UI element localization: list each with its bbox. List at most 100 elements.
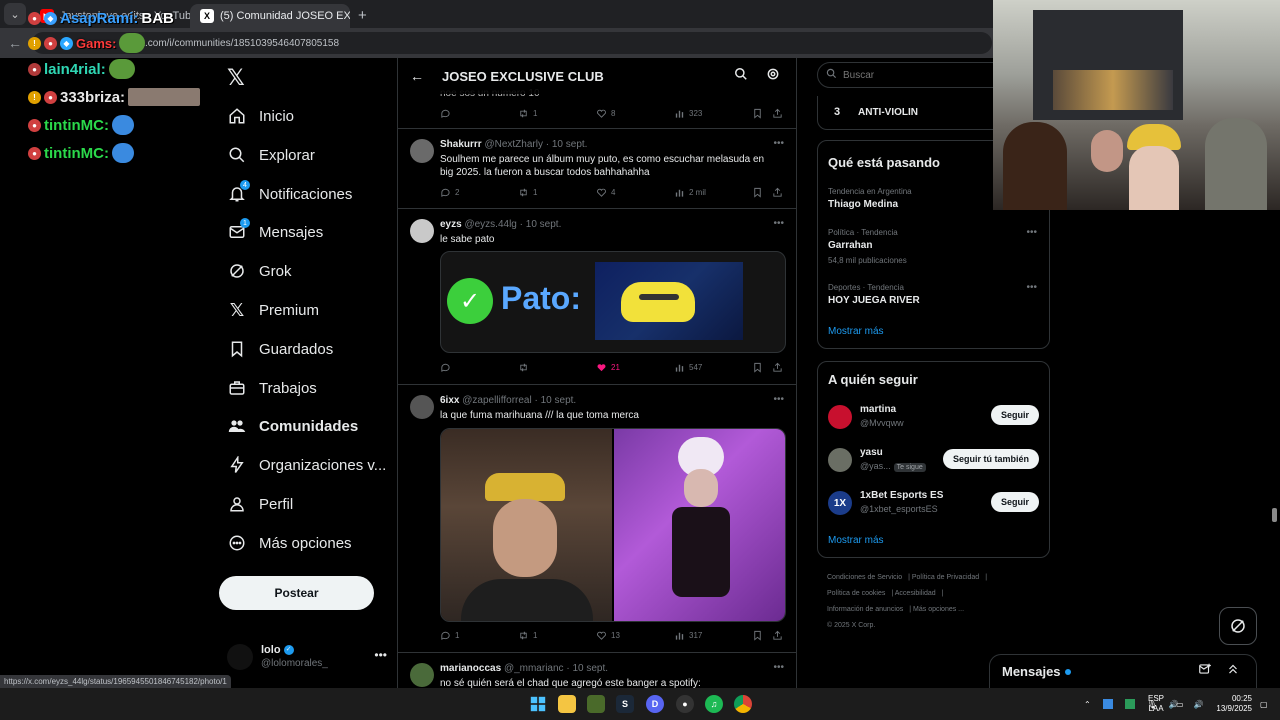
tweet-date[interactable]: 10 sept.	[541, 395, 577, 406]
footer-link[interactable]: Información de anuncios	[827, 606, 903, 613]
avatar[interactable]	[828, 448, 852, 472]
clock[interactable]: 00:25 13/9/2025	[1212, 688, 1252, 720]
tweet[interactable]: marianoccas @_mmarianc · 10 sept. ••• no…	[398, 653, 796, 688]
nav-organizations[interactable]: Organizaciones v...	[227, 450, 386, 480]
like-button[interactable]: 13	[596, 630, 620, 641]
tweet-author-name[interactable]: marianoccas	[440, 663, 501, 674]
avatar[interactable]	[410, 663, 434, 687]
tweet-photo-left[interactable]	[441, 429, 612, 621]
grok-floating-button[interactable]	[1219, 607, 1257, 645]
avatar[interactable]	[410, 395, 434, 419]
tweet-date[interactable]: 10 sept.	[572, 663, 608, 674]
chevron-up-icon[interactable]: ⌃	[1084, 700, 1091, 709]
tweet-photo-right[interactable]	[614, 429, 785, 621]
gear-icon[interactable]	[766, 67, 780, 86]
file-explorer-icon[interactable]	[558, 695, 576, 713]
tweet-date[interactable]: 10 sept.	[552, 139, 588, 150]
nav-profile[interactable]: Perfil	[227, 489, 293, 519]
tweet-image[interactable]: ✓ Pato:	[440, 251, 786, 353]
new-tab-button[interactable]: +	[358, 7, 367, 24]
share-icon[interactable]	[772, 187, 783, 198]
views-button[interactable]: 323	[674, 108, 702, 119]
steam-icon[interactable]: S	[616, 695, 634, 713]
bookmark-icon[interactable]	[752, 630, 763, 641]
back-arrow-icon[interactable]: ←	[410, 68, 424, 84]
share-icon[interactable]	[772, 108, 783, 119]
nav-jobs[interactable]: Trabajos	[227, 373, 317, 403]
tweet-author-name[interactable]: eyzs	[440, 219, 462, 230]
like-button[interactable]: 8	[596, 108, 615, 119]
network-icon[interactable]: ▭	[1176, 700, 1184, 709]
follow-button[interactable]: Seguir	[990, 492, 1039, 512]
follow-button[interactable]: Seguir	[990, 405, 1039, 425]
avatar[interactable]: 1X	[828, 491, 852, 515]
tweet[interactable]: eyzs @eyzs.44lg · 10 sept. ••• le sabe p…	[398, 209, 796, 385]
suggested-user-name[interactable]: martina	[860, 404, 896, 415]
speaker-icon[interactable]: 🔊	[1194, 700, 1204, 709]
footer-link[interactable]: Condiciones de Servicio	[827, 574, 902, 581]
show-more-link[interactable]: Mostrar más	[828, 535, 884, 546]
nav-premium[interactable]: 𝕏 Premium	[227, 295, 319, 325]
trend-name[interactable]: Thiago Medina	[828, 199, 898, 210]
follow-back-button[interactable]: Seguir tú también	[942, 449, 1039, 469]
suggested-user-handle[interactable]: @yas...	[860, 461, 891, 471]
nav-messages[interactable]: 1 Mensajes	[227, 217, 323, 247]
like-button[interactable]: 4	[596, 187, 615, 198]
repost-button[interactable]: 1	[518, 187, 537, 198]
tweet-author-handle[interactable]: @NextZharly	[484, 139, 543, 150]
nav-communities[interactable]: Comunidades	[227, 411, 358, 441]
share-icon[interactable]	[772, 630, 783, 641]
spotify-icon[interactable]: ♫	[705, 695, 723, 713]
post-button[interactable]: Postear	[219, 576, 374, 610]
avatar[interactable]	[410, 219, 434, 243]
windows-start-icon[interactable]	[529, 695, 547, 713]
bookmark-icon[interactable]	[752, 108, 763, 119]
notification-center-icon[interactable]: ▢	[1260, 688, 1268, 720]
reply-button[interactable]	[440, 108, 455, 119]
x-logo-icon[interactable]: 𝕏	[227, 67, 247, 89]
repost-button[interactable]: 1	[518, 108, 537, 119]
views-button[interactable]: 317	[674, 630, 702, 641]
more-dots-icon[interactable]: •••	[773, 218, 784, 229]
new-message-icon[interactable]	[1198, 662, 1212, 681]
footer-link[interactable]: Política de cookies	[827, 590, 885, 597]
bookmark-icon[interactable]	[752, 362, 763, 373]
tweet-date[interactable]: 10 sept.	[526, 219, 562, 230]
repost-button[interactable]	[518, 362, 533, 373]
chrome-icon[interactable]	[734, 695, 752, 713]
tray-app-icon[interactable]	[1102, 699, 1113, 709]
tweet-author-name[interactable]: 6ixx	[440, 395, 459, 406]
footer-link[interactable]: Política de Privacidad	[912, 574, 979, 581]
more-dots-icon[interactable]: •••	[773, 662, 784, 673]
like-button-liked[interactable]: 21	[596, 362, 620, 373]
community-item-name[interactable]: ANTI-VIOLIN	[858, 107, 918, 118]
tweet-image-grid[interactable]	[440, 428, 786, 622]
reply-button[interactable]: 2	[440, 187, 459, 198]
app-icon[interactable]	[587, 695, 605, 713]
reply-button[interactable]: 1	[440, 630, 459, 641]
tray-app-icon[interactable]	[1124, 699, 1135, 709]
trend-name[interactable]: Garrahan	[828, 240, 872, 251]
views-button[interactable]: 2 mil	[674, 187, 706, 198]
discord-icon[interactable]: D	[646, 695, 664, 713]
messages-drawer[interactable]: Mensajes	[989, 654, 1257, 688]
tweet-author-handle[interactable]: @zapellifforreal	[462, 395, 531, 406]
avatar[interactable]	[828, 405, 852, 429]
more-dots-icon[interactable]: •••	[374, 648, 387, 662]
nav-notifications[interactable]: 4 Notificaciones	[227, 179, 352, 209]
more-dots-icon[interactable]: •••	[773, 394, 784, 405]
tab-search-button[interactable]: ⌄	[4, 3, 26, 25]
nav-more-options[interactable]: Más opciones	[227, 528, 352, 558]
footer-link[interactable]: Más opciones ...	[913, 606, 964, 613]
page-scrollbar[interactable]	[1272, 508, 1277, 522]
nav-grok[interactable]: Grok	[227, 256, 292, 286]
more-dots-icon[interactable]: •••	[773, 138, 784, 149]
views-button[interactable]: 547	[674, 362, 702, 373]
suggested-user-handle[interactable]: @1xbet_esportsES	[860, 504, 938, 514]
show-more-link[interactable]: Mostrar más	[828, 326, 884, 337]
tweet[interactable]: Shakurrr @NextZharly · 10 sept. ••• Soul…	[398, 129, 796, 209]
chevron-up-icon[interactable]	[1226, 662, 1240, 681]
share-icon[interactable]	[772, 362, 783, 373]
tweet-author-handle[interactable]: @_mmarianc	[504, 663, 564, 674]
suggested-user-name[interactable]: yasu	[860, 447, 883, 458]
